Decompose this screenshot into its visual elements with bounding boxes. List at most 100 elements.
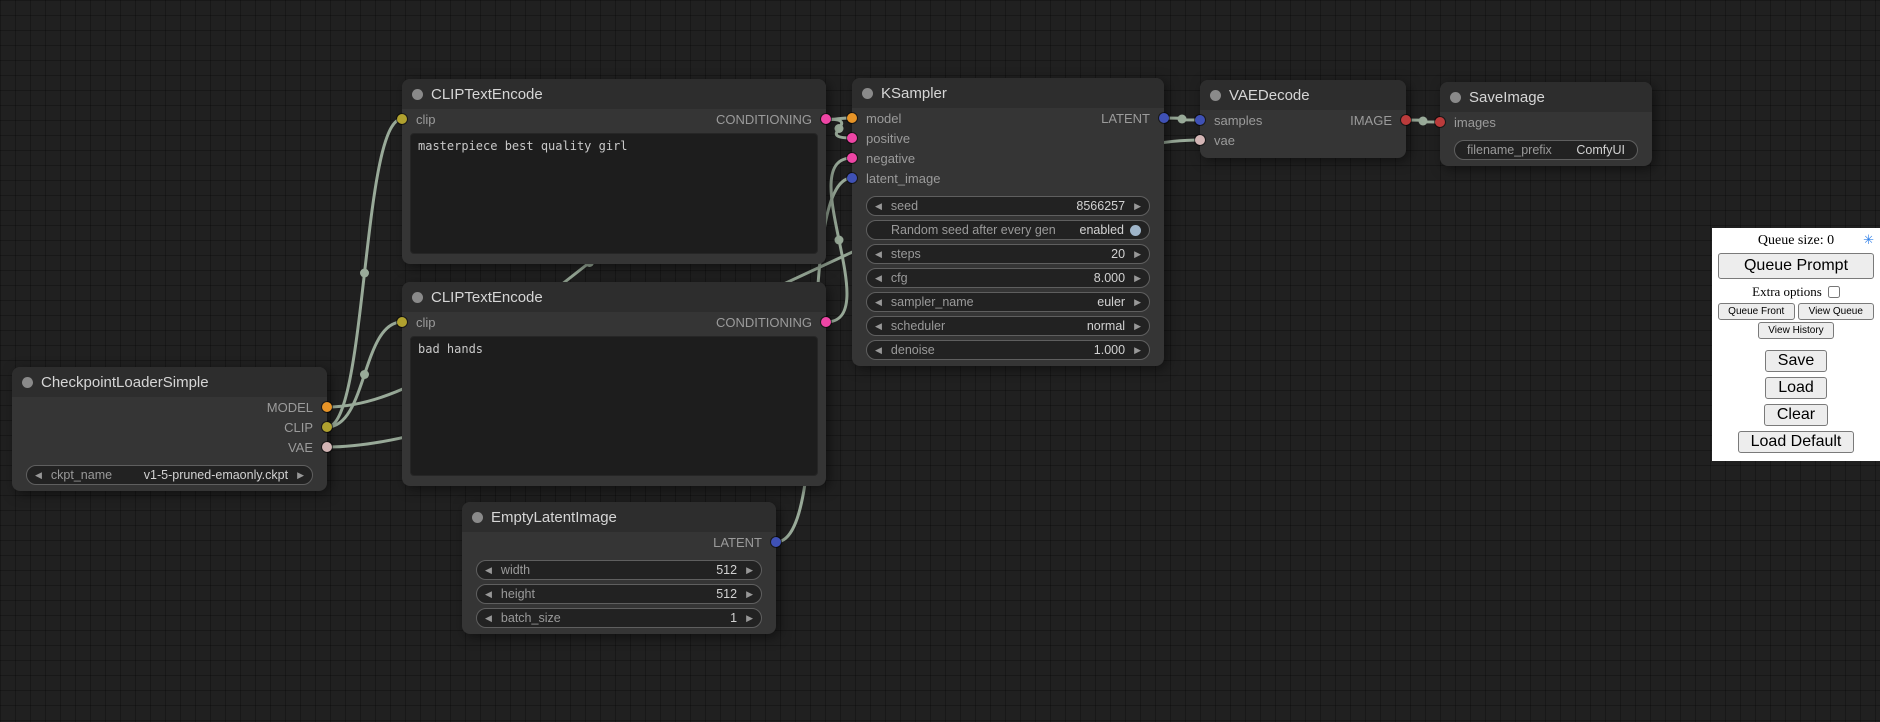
- node-collapse-dot[interactable]: [22, 377, 33, 388]
- decrement-arrow-icon[interactable]: ◀: [875, 202, 882, 211]
- negative-input-slot[interactable]: [847, 153, 857, 163]
- samples-input-slot[interactable]: [1195, 115, 1205, 125]
- model-output-slot[interactable]: [322, 402, 332, 412]
- load-default-button[interactable]: Load Default: [1738, 431, 1855, 453]
- increment-arrow-icon[interactable]: ▶: [1134, 322, 1141, 331]
- node-title-bar[interactable]: CLIPTextEncode: [402, 282, 826, 312]
- widget-height[interactable]: ◀ height 512 ▶: [476, 584, 762, 604]
- model-input-slot[interactable]: [847, 113, 857, 123]
- decrement-arrow-icon[interactable]: ◀: [875, 298, 882, 307]
- decrement-arrow-icon[interactable]: ◀: [485, 590, 492, 599]
- node-collapse-dot[interactable]: [862, 88, 873, 99]
- node-clip-text-encode-negative[interactable]: CLIPTextEncode clip CONDITIONING bad han…: [402, 282, 826, 486]
- node-ksampler[interactable]: KSampler model LATENT positive negative …: [852, 78, 1164, 366]
- slot-row: samples IMAGE: [1200, 110, 1406, 130]
- increment-arrow-icon[interactable]: ▶: [1134, 298, 1141, 307]
- view-queue-button[interactable]: View Queue: [1798, 303, 1875, 320]
- increment-arrow-icon[interactable]: ▶: [1134, 274, 1141, 283]
- node-title-bar[interactable]: KSampler: [852, 78, 1164, 108]
- widget-sampler-name[interactable]: ◀ sampler_name euler ▶: [866, 292, 1150, 312]
- node-collapse-dot[interactable]: [472, 512, 483, 523]
- prompt-textarea[interactable]: masterpiece best quality girl: [410, 133, 818, 254]
- decrement-arrow-icon[interactable]: ◀: [875, 322, 882, 331]
- widget-name: width: [501, 563, 530, 577]
- conditioning-output-slot[interactable]: [821, 114, 831, 124]
- node-save-image[interactable]: SaveImage images filename_prefix ComfyUI: [1440, 82, 1652, 166]
- node-title-bar[interactable]: VAEDecode: [1200, 80, 1406, 110]
- node-title-bar[interactable]: EmptyLatentImage: [462, 502, 776, 532]
- node-title-bar[interactable]: CheckpointLoaderSimple: [12, 367, 327, 397]
- node-empty-latent-image[interactable]: EmptyLatentImage LATENT ◀ width 512 ▶ ◀ …: [462, 502, 776, 634]
- node-checkpoint-loader-simple[interactable]: CheckpointLoaderSimple MODEL CLIP VAE ◀ …: [12, 367, 327, 491]
- widget-width[interactable]: ◀ width 512 ▶: [476, 560, 762, 580]
- slot-row: MODEL: [12, 397, 327, 417]
- save-button[interactable]: Save: [1765, 350, 1827, 372]
- decrement-arrow-icon[interactable]: ◀: [875, 346, 882, 355]
- widget-filename-prefix[interactable]: filename_prefix ComfyUI: [1454, 140, 1638, 160]
- output-label-latent: LATENT: [1101, 111, 1150, 126]
- clip-output-slot[interactable]: [322, 422, 332, 432]
- vae-output-slot[interactable]: [322, 442, 332, 452]
- view-history-button[interactable]: View History: [1758, 322, 1833, 339]
- node-collapse-dot[interactable]: [412, 89, 423, 100]
- widget-denoise[interactable]: ◀ denoise 1.000 ▶: [866, 340, 1150, 360]
- graph-canvas[interactable]: { "icons": { "arrow_left": "◀", "arrow_r…: [0, 0, 1880, 722]
- widget-name: Random seed after every gen: [891, 223, 1056, 237]
- queue-front-button[interactable]: Queue Front: [1718, 303, 1795, 320]
- widget-ckpt-name[interactable]: ◀ ckpt_name v1-5-pruned-emaonly.ckpt ▶: [26, 465, 313, 485]
- widget-random-seed-toggle[interactable]: Random seed after every gen enabled: [866, 220, 1150, 240]
- vae-input-slot[interactable]: [1195, 135, 1205, 145]
- extra-options-checkbox[interactable]: [1828, 286, 1840, 298]
- widget-cfg[interactable]: ◀ cfg 8.000 ▶: [866, 268, 1150, 288]
- decrement-arrow-icon[interactable]: ◀: [875, 274, 882, 283]
- latent-output-slot[interactable]: [771, 537, 781, 547]
- node-collapse-dot[interactable]: [1450, 92, 1461, 103]
- widget-batch-size[interactable]: ◀ batch_size 1 ▶: [476, 608, 762, 628]
- output-label-latent: LATENT: [713, 535, 762, 550]
- load-button[interactable]: Load: [1765, 377, 1827, 399]
- widget-steps[interactable]: ◀ steps 20 ▶: [866, 244, 1150, 264]
- toggle-on-dot[interactable]: [1130, 225, 1141, 236]
- clear-button[interactable]: Clear: [1764, 404, 1828, 426]
- widget-value: enabled: [1080, 223, 1125, 237]
- slot-row: images: [1440, 112, 1652, 132]
- input-label-latent-image: latent_image: [866, 171, 940, 186]
- slot-row: LATENT: [462, 532, 776, 552]
- clip-input-slot[interactable]: [397, 317, 407, 327]
- increment-arrow-icon[interactable]: ▶: [746, 614, 753, 623]
- queue-prompt-button[interactable]: Queue Prompt: [1718, 253, 1874, 279]
- node-title-bar[interactable]: CLIPTextEncode: [402, 79, 826, 109]
- input-label-negative: negative: [866, 151, 915, 166]
- images-input-slot[interactable]: [1435, 117, 1445, 127]
- node-vae-decode[interactable]: VAEDecode samples IMAGE vae: [1200, 80, 1406, 158]
- increment-arrow-icon[interactable]: ▶: [1134, 250, 1141, 259]
- decrement-arrow-icon[interactable]: ◀: [485, 566, 492, 575]
- prompt-textarea[interactable]: bad hands: [410, 336, 818, 476]
- image-output-slot[interactable]: [1401, 115, 1411, 125]
- widget-name: ckpt_name: [51, 468, 112, 482]
- clip-input-slot[interactable]: [397, 114, 407, 124]
- decrement-arrow-icon[interactable]: ◀: [35, 471, 42, 480]
- input-label-images: images: [1454, 115, 1496, 130]
- positive-input-slot[interactable]: [847, 133, 857, 143]
- increment-arrow-icon[interactable]: ▶: [746, 590, 753, 599]
- increment-arrow-icon[interactable]: ▶: [1134, 202, 1141, 211]
- latent-image-input-slot[interactable]: [847, 173, 857, 183]
- settings-gear-icon[interactable]: ✳: [1863, 233, 1874, 246]
- node-title-bar[interactable]: SaveImage: [1440, 82, 1652, 112]
- node-collapse-dot[interactable]: [412, 292, 423, 303]
- node-title: EmptyLatentImage: [491, 509, 617, 526]
- widget-value: 8.000: [1094, 271, 1125, 285]
- decrement-arrow-icon[interactable]: ◀: [875, 250, 882, 259]
- increment-arrow-icon[interactable]: ▶: [297, 471, 304, 480]
- decrement-arrow-icon[interactable]: ◀: [485, 614, 492, 623]
- latent-output-slot[interactable]: [1159, 113, 1169, 123]
- widget-scheduler[interactable]: ◀ scheduler normal ▶: [866, 316, 1150, 336]
- increment-arrow-icon[interactable]: ▶: [1134, 346, 1141, 355]
- node-collapse-dot[interactable]: [1210, 90, 1221, 101]
- link-midpoint-dot: [1419, 117, 1428, 126]
- node-clip-text-encode-positive[interactable]: CLIPTextEncode clip CONDITIONING masterp…: [402, 79, 826, 264]
- conditioning-output-slot[interactable]: [821, 317, 831, 327]
- increment-arrow-icon[interactable]: ▶: [746, 566, 753, 575]
- widget-seed[interactable]: ◀ seed 8566257 ▶: [866, 196, 1150, 216]
